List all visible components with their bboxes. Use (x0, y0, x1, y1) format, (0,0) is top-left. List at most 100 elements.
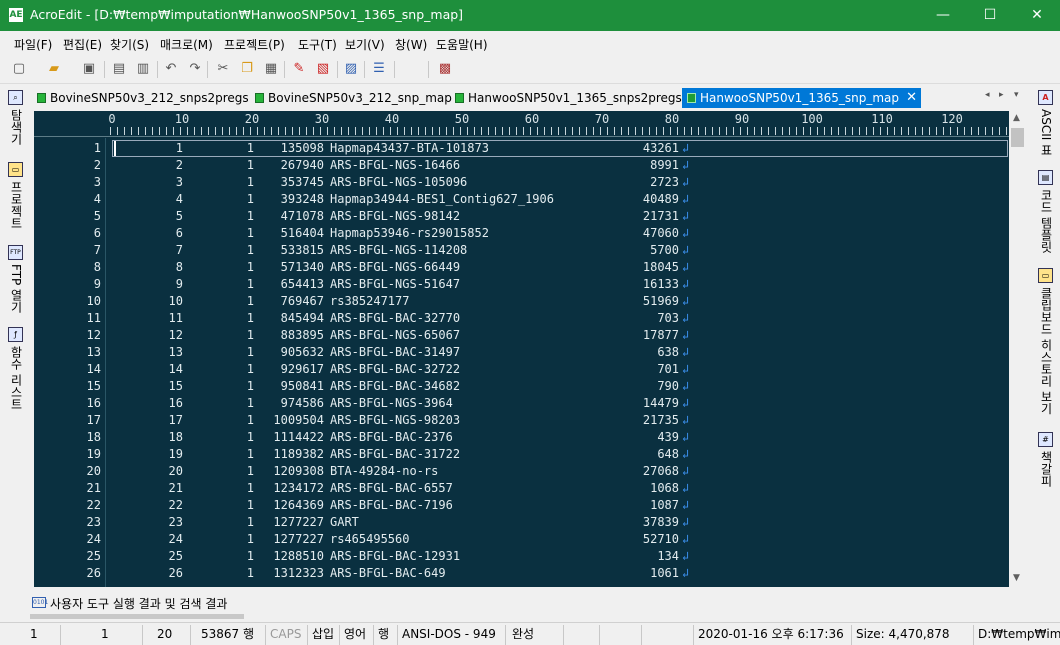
column-chromosome: 1 (246, 141, 254, 155)
editor-line[interactable]: 7 7 1 533815 ARS-BFGL-NGS-114208 5700 ↲ (34, 242, 1009, 259)
redo-icon[interactable]: ↷ (186, 60, 204, 78)
status-encoding[interactable]: ANSI-DOS - 949 (397, 625, 505, 645)
left-panel-project[interactable]: ▭ 프로젝트 (8, 162, 26, 229)
right-panel-clipboard-history[interactable]: ▭ 클립보드 히스토리 보기 (1038, 268, 1056, 415)
menu-edit[interactable]: 편집(E) (63, 36, 102, 53)
print-preview-icon[interactable]: ▤ (110, 60, 128, 78)
save-icon[interactable]: ▣ (80, 60, 98, 78)
print-icon[interactable]: ▥ (134, 60, 152, 78)
tab-prev-icon[interactable]: ◂ (985, 90, 990, 100)
left-panel-function-list[interactable]: ƒ 함수 리스트 (8, 327, 26, 410)
status-char: 20 (142, 625, 190, 645)
right-panel-ascii[interactable]: A ASCII 표 (1038, 90, 1056, 156)
scroll-down-icon[interactable]: ▼ (1013, 573, 1020, 583)
menu-help[interactable]: 도움말(H) (436, 36, 488, 53)
editor-line[interactable]: 22 22 1 1264369 ARS-BFGL-BAC-7196 1087 ↲ (34, 497, 1009, 514)
editor-line[interactable]: 14 14 1 929617 ARS-BFGL-BAC-32722 701 ↲ (34, 361, 1009, 378)
text-editor[interactable]: 0 10 20 30 40 50 60 70 80 90 100 110 120 1 1 1 135098 Ha… (34, 111, 1026, 587)
column-index: 11 (168, 311, 183, 325)
close-button[interactable]: ✕ (1014, 0, 1060, 31)
menu-find[interactable]: 찾기(S) (110, 36, 149, 53)
editor-line[interactable]: 13 13 1 905632 ARS-BFGL-BAC-31497 638 ↲ (34, 344, 1009, 361)
vertical-scrollbar[interactable]: ▲ ▼ (1009, 111, 1026, 587)
menu-tools[interactable]: 도구(T) (298, 36, 337, 53)
copy-icon[interactable]: ❐ (238, 60, 256, 78)
menu-file[interactable]: 파일(F) (14, 36, 52, 53)
goto-icon[interactable]: ▨ (342, 60, 360, 78)
line-number: 13 (86, 345, 101, 359)
column-chromosome: 1 (246, 532, 254, 546)
column-chromosome: 1 (246, 328, 254, 342)
editor-line[interactable]: 1 1 1 135098 Hapmap43437-BTA-101873 43261 ↲ (34, 140, 1009, 157)
output-scrollbar[interactable] (30, 614, 244, 619)
editor-line[interactable]: 2 2 1 267940 ARS-BFGL-NGS-16466 8991 ↲ (34, 157, 1009, 174)
editor-line[interactable]: 16 16 1 974586 ARS-BFGL-NGS-3964 14479 ↲ (34, 395, 1009, 412)
paste-icon[interactable]: ▦ (262, 60, 280, 78)
left-panel-ftp[interactable]: FTP FTP 열기 (8, 245, 26, 313)
column-index: 19 (168, 447, 183, 461)
editor-line[interactable]: 4 4 1 393248 Hapmap34944-BES1_Contig627_1906… (34, 191, 1009, 208)
line-number: 5 (93, 209, 101, 223)
column-snp-name: ARS-BFGL-NGS-98142 (330, 209, 461, 223)
marker-icon[interactable]: ✎ (290, 60, 308, 78)
editor-line[interactable]: 5 5 1 471078 ARS-BFGL-NGS-98142 21731 ↲ (34, 208, 1009, 225)
menu-window[interactable]: 창(W) (395, 36, 427, 53)
new-file-icon[interactable]: ▢ (10, 60, 28, 78)
editor-line[interactable]: 9 9 1 654413 ARS-BFGL-NGS-51647 16133 ↲ (34, 276, 1009, 293)
column-index: 25 (168, 549, 183, 563)
menu-project[interactable]: 프로젝트(P) (224, 36, 285, 53)
editor-line[interactable]: 15 15 1 950841 ARS-BFGL-BAC-34682 790 ↲ (34, 378, 1009, 395)
tab-close-icon[interactable]: ✕ (906, 88, 917, 108)
calendar-icon[interactable]: ▩ (436, 60, 454, 78)
editor-line[interactable]: 11 11 1 845494 ARS-BFGL-BAC-32770 703 ↲ (34, 310, 1009, 327)
menu-view[interactable]: 보기(V) (345, 36, 385, 53)
editor-line[interactable]: 17 17 1 1009504 ARS-BFGL-NGS-98203 21735 ↲ (34, 412, 1009, 429)
tab-list-icon[interactable]: ▾ (1014, 90, 1019, 100)
cut-icon[interactable]: ✂ (214, 60, 232, 78)
line-number: 10 (86, 294, 101, 308)
file-icon (687, 93, 696, 103)
right-panel-code-template[interactable]: ▤ 코드 템플릿 (1038, 170, 1056, 253)
bookmark-icon[interactable]: ▧ (314, 60, 332, 78)
maximize-button[interactable]: ☐ (967, 0, 1013, 31)
line-end-icon: ↲ (682, 430, 690, 444)
scrollbar-thumb[interactable] (1011, 128, 1024, 147)
column-position: 571340 (280, 260, 324, 274)
editor-line[interactable]: 26 26 1 1312323 ARS-BFGL-BAC-649 1061 ↲ (34, 565, 1009, 582)
minimize-button[interactable]: — (920, 0, 966, 31)
right-panel-bookmarks[interactable]: # 책갈피 (1038, 432, 1056, 487)
line-end-icon: ↲ (682, 481, 690, 495)
left-panel-explorer[interactable]: ⌕ 탐색기 (8, 90, 26, 145)
editor-line[interactable]: 8 8 1 571340 ARS-BFGL-NGS-66449 18045 ↲ (34, 259, 1009, 276)
column-position: 1009504 (273, 413, 324, 427)
editor-line[interactable]: 12 12 1 883895 ARS-BFGL-NGS-65067 17877 ↲ (34, 327, 1009, 344)
column-snp-name: ARS-BFGL-BAC-7196 (330, 498, 453, 512)
menu-macro[interactable]: 매크로(M) (160, 36, 213, 53)
editor-line[interactable]: 20 20 1 1209308 BTA-49284-no-rs 27068 ↲ (34, 463, 1009, 480)
column-value: 8991 (650, 158, 679, 172)
editor-line[interactable]: 23 23 1 1277227 GART 37839 ↲ (34, 514, 1009, 531)
tab-hanwoo-snp-map[interactable]: HanwooSNP50v1_1365_snp_map ✕ (682, 88, 921, 108)
status-insert[interactable]: 삽입 (307, 625, 339, 645)
editor-line[interactable]: 3 3 1 353745 ARS-BFGL-NGS-105096 2723 ↲ (34, 174, 1009, 191)
blank-icon[interactable] (404, 60, 422, 78)
status-bar: 1 1 20 53867 행 CAPS 삽입 영어 행 ANSI-DOS - 9… (0, 622, 1060, 645)
left-panel-label: 함수 리스트 (9, 346, 23, 410)
editor-line[interactable]: 24 24 1 1277227 rs465495560 52710 ↲ (34, 531, 1009, 548)
editor-line[interactable]: 18 18 1 1114422 ARS-BFGL-BAC-2376 439 ↲ (34, 429, 1009, 446)
tab-bovine-snps2pregs[interactable]: BovineSNP50v3_212_snps2pregs (32, 88, 249, 108)
editor-line[interactable]: 21 21 1 1234172 ARS-BFGL-BAC-6557 1068 ↲ (34, 480, 1009, 497)
tab-bovine-snp-map[interactable]: BovineSNP50v3_212_snp_map (250, 88, 452, 108)
line-end-icon: ↲ (682, 396, 690, 410)
output-tab[interactable]: 0101 사용자 도구 실행 결과 및 검색 결과 (32, 595, 227, 612)
list-icon[interactable]: ☰ (370, 60, 388, 78)
editor-line[interactable]: 25 25 1 1288510 ARS-BFGL-BAC-12931 134 ↲ (34, 548, 1009, 565)
tab-hanwoo-snps2pregs[interactable]: HanwooSNP50v1_1365_snps2pregs (450, 88, 682, 108)
tab-next-icon[interactable]: ▸ (999, 90, 1004, 100)
undo-icon[interactable]: ↶ (162, 60, 180, 78)
editor-line[interactable]: 19 19 1 1189382 ARS-BFGL-BAC-31722 648 ↲ (34, 446, 1009, 463)
open-folder-icon[interactable]: ▰ (45, 60, 63, 78)
editor-line[interactable]: 10 10 1 769467 rs385247177 51969 ↲ (34, 293, 1009, 310)
editor-line[interactable]: 6 6 1 516404 Hapmap53946-rs29015852 47060 ↲ (34, 225, 1009, 242)
scroll-up-icon[interactable]: ▲ (1013, 113, 1020, 123)
